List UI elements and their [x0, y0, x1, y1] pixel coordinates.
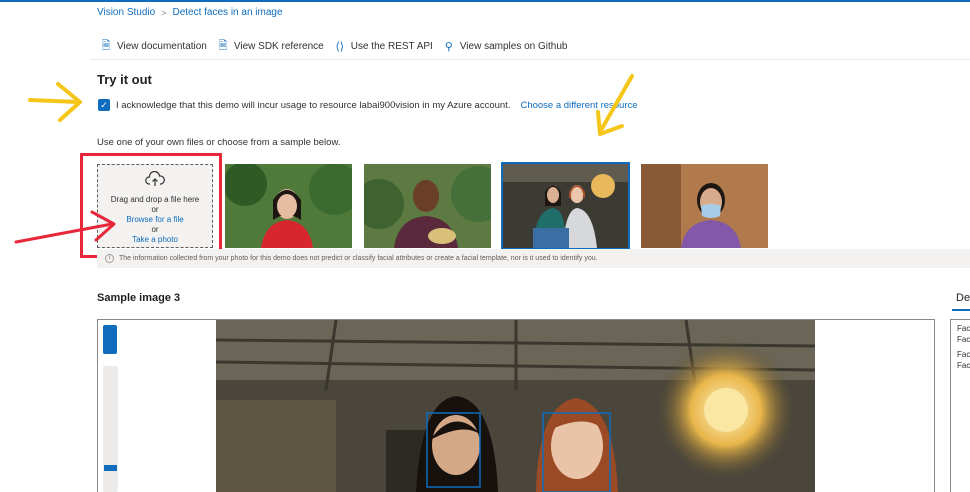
red-arrow: [14, 210, 116, 244]
yellow-arrow-right: [596, 74, 634, 136]
yellow-arrow-left: [28, 82, 82, 122]
annotation-overlay: [14, 74, 634, 244]
